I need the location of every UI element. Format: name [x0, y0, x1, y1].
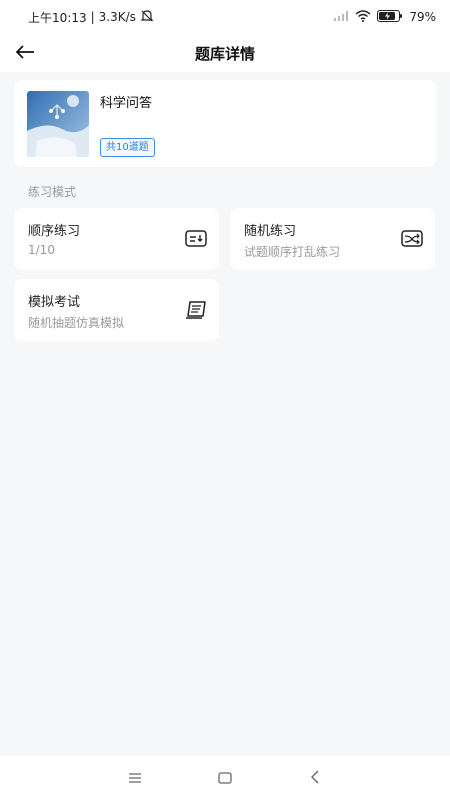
question-bank-card[interactable]: 科学问答 共10道题	[14, 80, 436, 167]
home-icon	[218, 769, 232, 788]
shuffle-icon	[401, 228, 423, 250]
mode-card-sequential[interactable]: 顺序练习 1/10	[14, 208, 219, 270]
menu-button[interactable]	[115, 758, 155, 798]
bank-name: 科学问答	[100, 96, 153, 111]
mute-icon	[140, 9, 154, 26]
mode-description: 随机抽题仿真模拟	[28, 316, 125, 330]
nav-bar: 题库详情	[0, 34, 450, 72]
mode-title: 模拟考试	[28, 295, 81, 310]
home-button[interactable]	[205, 758, 245, 798]
battery-icon	[377, 9, 403, 25]
mode-title: 随机练习	[244, 224, 297, 239]
signal-icon	[333, 10, 349, 25]
status-speed: 3.3K/s	[98, 10, 136, 24]
mode-progress: 1/10	[28, 243, 55, 257]
sequence-icon	[185, 228, 207, 250]
back-arrow-icon	[15, 44, 35, 63]
mode-card-mock-exam[interactable]: 模拟考试 随机抽题仿真模拟	[14, 279, 219, 341]
question-count-badge: 共10道题	[100, 138, 155, 157]
page-title: 题库详情	[194, 44, 255, 63]
status-time: 上午10:13	[28, 10, 87, 25]
section-label: 练习模式	[28, 185, 77, 199]
status-left: 上午10:13 | 3.3K/s	[28, 9, 154, 26]
wifi-icon	[355, 9, 371, 25]
battery-level: 79%	[409, 10, 436, 24]
chevron-left-icon	[310, 769, 320, 788]
status-bar: 上午10:13 | 3.3K/s 79%	[0, 0, 450, 34]
back-button[interactable]	[10, 38, 40, 68]
status-divider: |	[90, 10, 95, 24]
system-back-button[interactable]	[295, 758, 335, 798]
system-nav-bar	[0, 756, 450, 800]
menu-icon	[128, 769, 142, 788]
bank-thumbnail	[27, 91, 89, 157]
mode-description: 试题顺序打乱练习	[244, 245, 341, 259]
mode-card-random[interactable]: 随机练习 试题顺序打乱练习	[230, 208, 435, 270]
exam-icon	[185, 299, 207, 321]
mode-title: 顺序练习	[28, 224, 81, 239]
status-right: 79%	[333, 9, 436, 25]
